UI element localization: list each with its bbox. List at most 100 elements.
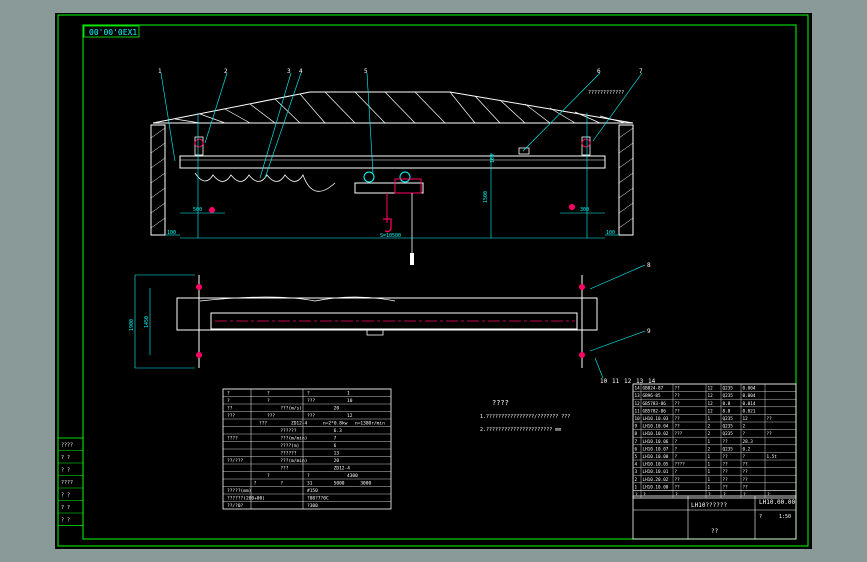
spec-cell: 1 (347, 391, 350, 397)
plan-view: 1900 1450 8 9 10 11 12 13 14 (129, 262, 656, 385)
bom-cell: ?? (743, 477, 749, 483)
bom-cell: LH10.10.00 (643, 484, 669, 490)
bom-cell: 14 (635, 386, 641, 392)
title-drawing-name: LH10?????? (691, 502, 728, 509)
span-label: S=10500 (380, 233, 401, 239)
leaders-plan (589, 264, 646, 379)
marker-right (569, 204, 575, 210)
bom-cell: ?? (723, 439, 729, 445)
spec-cell: ? (307, 473, 310, 479)
revision-cell: ? ? (61, 455, 70, 461)
bom-cell: 1 (708, 469, 711, 475)
bom-cell: 1 (708, 484, 711, 490)
bom-cell: ?? (767, 416, 773, 422)
spec-cell: 3000 (360, 481, 371, 487)
sheet-inner-border (82, 24, 797, 540)
notes-line-1: 1.????????????????/??????? ??? (480, 414, 570, 420)
balloon-11: 11 (612, 378, 620, 385)
bom-header-cell: ? (643, 492, 646, 498)
spec-cell: ????(m) (280, 443, 299, 449)
bom-cell: LH10.10.01 (643, 469, 669, 475)
spec-cell: ???? (227, 436, 238, 442)
bom-cell: 0.021 (743, 408, 756, 414)
bom-cell: ?? (675, 484, 681, 490)
bom-cell: 12 (635, 401, 641, 407)
revision-cell: ? ? (61, 468, 70, 474)
right-wall-hatch (618, 127, 634, 229)
spec-cell: 20 (334, 406, 340, 412)
bom-cell: LH10.10.02 (643, 431, 669, 437)
spec-cell: ? (254, 481, 257, 487)
spec-table: ??? 1????? 10?? ???(m/s) 20????????? 12??? ZD1… (222, 388, 392, 510)
bom-header-cell: ? (635, 492, 638, 498)
bom-cell: LH10.10.04 (643, 424, 669, 430)
spec-cell: ??? (267, 413, 275, 419)
spec-cell: ??? (307, 413, 315, 419)
bom-cell: ? (675, 446, 678, 452)
side-elevation: S=10500 500 1500 100 100 300 160 1 2 3 4… (150, 68, 643, 265)
bom-cell: 12 (708, 386, 714, 392)
spec-cell: ZD12-4 (334, 466, 351, 472)
spec-cell: 10 (347, 398, 353, 404)
spec-cell: 31 (307, 481, 313, 487)
balloon-1: 1 (158, 68, 162, 75)
end-wheel-right (581, 138, 591, 148)
bom-cell: 1 (708, 454, 711, 460)
leaders-top (160, 72, 643, 179)
bom-header-cell: ? (767, 492, 770, 498)
spec-cell: 4300 (347, 473, 358, 479)
title-sheet: ? (759, 514, 762, 520)
bom-cell: 2 (708, 431, 711, 437)
bom-cell: 0.2 (743, 446, 751, 452)
bom-header-cell: ? (743, 492, 746, 498)
spec-cell: ???(m/min) (280, 436, 307, 442)
bom-cell: ?? (723, 462, 729, 468)
bom-cell: 2 (635, 477, 638, 483)
spec-cell: ??? (307, 398, 315, 404)
title-drawing-no: LH10.00.00 (759, 499, 796, 506)
revision-cell: ? ? (61, 518, 70, 524)
bom-cell: 2 (743, 424, 746, 430)
balloon-2: 2 (224, 68, 228, 75)
plan-girder-frame (176, 297, 598, 331)
spec-cell: ?300 (307, 503, 318, 509)
spec-cell: ??? (227, 413, 235, 419)
spec-cell: ? (307, 391, 310, 397)
spec-cell: ? (280, 481, 283, 487)
festoon-cable (194, 172, 336, 192)
spec-cell: ???(m/min) (280, 458, 307, 464)
main-girder (179, 155, 606, 169)
left-wall-hatch (150, 127, 166, 229)
end-wheel-left (194, 138, 204, 148)
spec-cell: n=2*0.8kw (323, 421, 348, 427)
bom-cell: 7 (635, 439, 638, 445)
bom-cell: GB5783-86 (643, 401, 667, 407)
bom-cell: Q235 (723, 446, 734, 452)
revision-cell: ???? (61, 480, 73, 486)
bom-cell: 1 (708, 477, 711, 483)
bom-cell: 4 (635, 462, 638, 468)
bom-cell: Q235 (723, 393, 734, 399)
bom-header-cell: ? (675, 492, 678, 498)
spec-cell: ?08?7?0C (307, 496, 329, 502)
spec-cell: 6.3 (334, 428, 342, 434)
spec-cell: ? (227, 398, 230, 404)
bom-cell: ?? (723, 484, 729, 490)
bom-cell: 1 (708, 439, 711, 445)
balloon-6: 6 (597, 68, 601, 75)
spec-cell: ? (267, 398, 270, 404)
cable-box (518, 147, 530, 155)
bom-header-cell: ? (708, 492, 711, 498)
trolley-wheel-right (399, 171, 411, 183)
top-view-callout: ???????????? (588, 90, 624, 96)
bom-cell: 5 (635, 454, 638, 460)
revision-cell: ? ? (61, 505, 70, 511)
cad-viewport[interactable]: 00'00'0EX1 S=10500 500 1500 100 100 300 … (55, 13, 812, 549)
bom-cell: GB96-85 (643, 393, 662, 399)
bom-cell: ? (675, 469, 678, 475)
bom-cell: LH10.10.06 (643, 439, 669, 445)
bom-cell: ?? (743, 469, 749, 475)
bom-cell: Q235 (723, 431, 734, 437)
spec-cell: 13 (334, 451, 340, 457)
bom-cell: ?? (675, 408, 681, 414)
